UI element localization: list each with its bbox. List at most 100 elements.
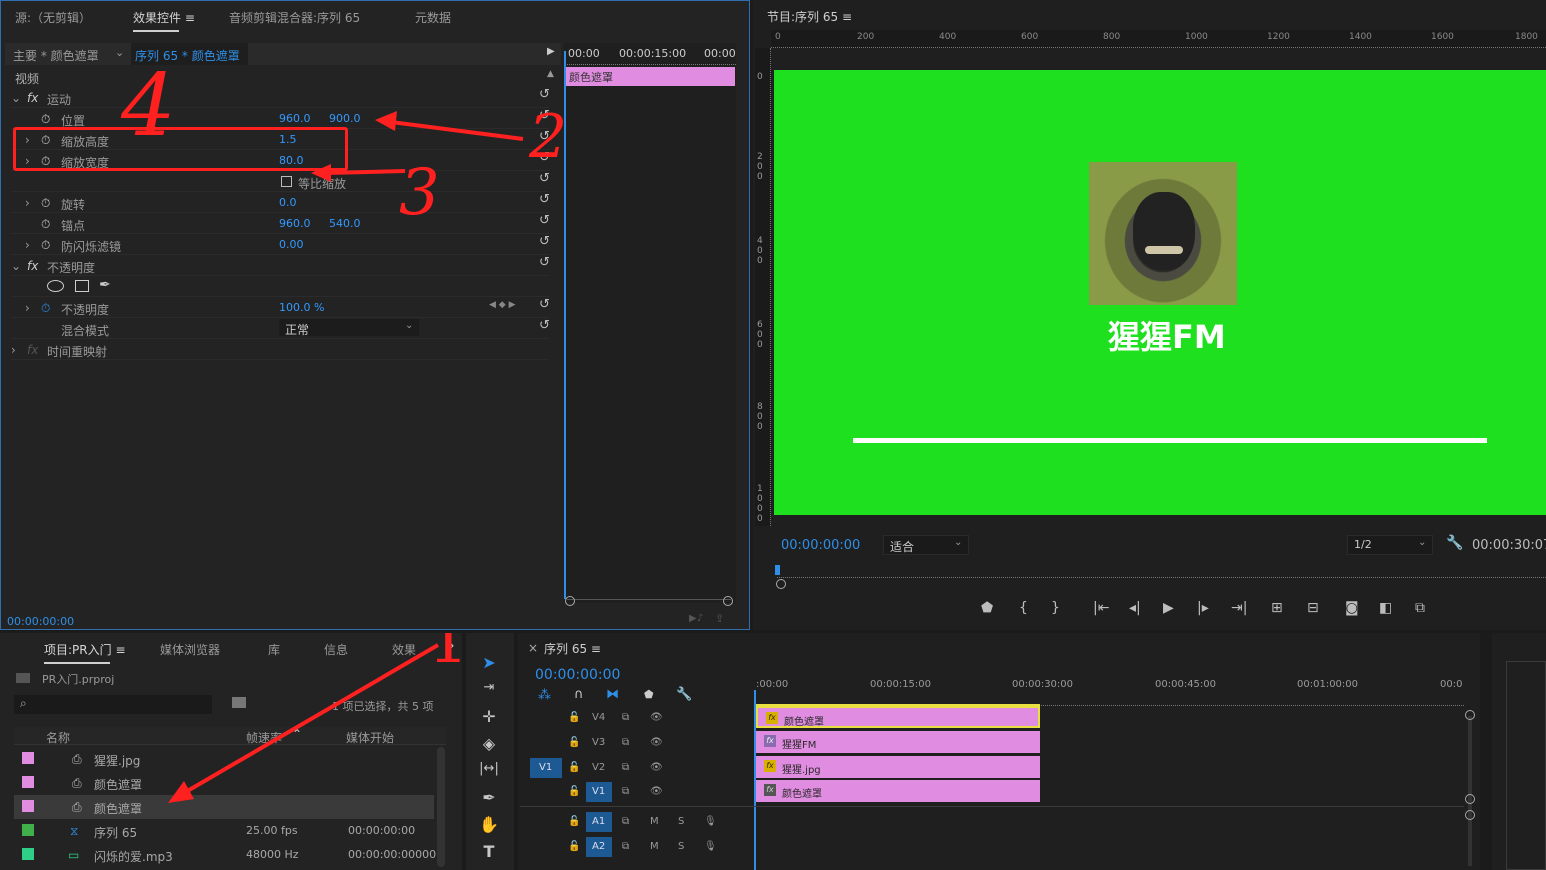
sync-lock-icon[interactable]: ⧉ [622, 762, 629, 773]
type-tool-icon[interactable]: T [478, 842, 500, 861]
solo-button[interactable]: S [678, 816, 684, 827]
lift-icon[interactable]: ⊞ [1271, 600, 1283, 616]
go-to-out-icon[interactable]: ⇥| [1231, 600, 1247, 616]
close-tab-icon[interactable]: × [528, 641, 538, 655]
comparison-view-icon[interactable]: ◧ [1379, 600, 1392, 616]
ripple-edit-tool-icon[interactable]: ✛ [478, 707, 500, 726]
track-name: A1 [586, 812, 612, 832]
program-timecode[interactable]: 00:00:00:00 [781, 538, 860, 553]
lock-icon[interactable]: 🔓 [568, 841, 580, 852]
sync-lock-icon[interactable]: ⧉ [622, 786, 629, 797]
clip-image-v2[interactable]: fx 猩猩.jpg [756, 756, 1040, 778]
vr-toggle-icon[interactable]: ⧉ [1415, 600, 1425, 616]
timeline-timecode[interactable]: 00:00:00:00 [535, 667, 620, 683]
mark-in-icon[interactable]: { [1019, 600, 1028, 616]
eye-icon[interactable]: 👁 [650, 786, 663, 797]
lock-icon[interactable]: 🔓 [568, 786, 580, 797]
sync-lock-icon[interactable]: ⧉ [622, 712, 629, 723]
microphone-icon[interactable]: 🎙 [704, 816, 717, 827]
scroll-handle-icon[interactable] [1465, 710, 1475, 720]
add-marker-icon[interactable]: ⬟ [644, 688, 654, 701]
razor-tool-icon[interactable]: ◈ [478, 734, 500, 753]
clip-title-v3[interactable]: fx 猩猩FM [756, 731, 1040, 753]
ruler-mark: 00:00:15:00 [870, 679, 932, 690]
program-playhead[interactable] [775, 565, 780, 575]
track-select-tool-icon[interactable]: ⇥ [478, 680, 500, 695]
mark-out-icon[interactable]: } [1051, 600, 1060, 616]
timeline-title: 序列 65 [544, 642, 588, 656]
ruler-mark: 00:00:30:00 [1012, 679, 1074, 690]
video-frame[interactable]: 猩猩FM [774, 70, 1546, 515]
ruler-mark: 200 [857, 32, 875, 42]
monkey-teeth [1145, 246, 1183, 254]
sync-lock-icon[interactable]: ⧉ [622, 737, 629, 748]
ruler-mark: 1400 [1349, 32, 1372, 42]
clip-color-matte-v4[interactable]: fx 颜色遮罩 [756, 706, 1040, 728]
eye-icon[interactable]: 👁 [650, 712, 663, 723]
sync-lock-icon[interactable]: ⧉ [622, 841, 629, 852]
timeline-vscroll[interactable] [1468, 716, 1472, 866]
lock-icon[interactable]: 🔓 [568, 712, 580, 723]
ruler-mark: 1000 [1185, 32, 1208, 42]
solo-button[interactable]: S [678, 841, 684, 852]
panel-menu-icon[interactable]: ≡ [842, 10, 852, 24]
lock-icon[interactable]: 🔓 [568, 737, 580, 748]
program-scrubber[interactable] [777, 566, 1546, 578]
step-forward-icon[interactable]: |▸ [1197, 600, 1209, 616]
track-header-v4[interactable]: 🔓 V4 ⧉ 👁 [520, 706, 750, 730]
ruler-mark: 00:0 [1440, 679, 1463, 690]
effect-controls-panel: 源:（无剪辑） 效果控件 ≡ 音频剪辑混合器:序列 65 元数据 主要 * 颜色… [0, 0, 750, 630]
timeline-tab[interactable]: 序列 65 ≡ [544, 640, 601, 657]
track-header-v2[interactable]: V1 🔓 V2 ⧉ 👁 [520, 756, 750, 780]
track-header-a1[interactable]: 🔓 A1 ⧉ M S 🎙 [520, 810, 750, 834]
scroll-handle-icon[interactable] [1465, 810, 1475, 820]
fit-dropdown[interactable]: 适合 ⌄ [883, 535, 969, 555]
step-back-icon[interactable]: ◂| [1129, 600, 1141, 616]
snap-icon[interactable]: ∩ [574, 687, 584, 702]
panel-menu-icon[interactable]: ≡ [591, 642, 601, 656]
lock-icon[interactable]: 🔓 [568, 816, 580, 827]
ruler-mark: 800 [1103, 32, 1121, 42]
timeline-settings-icon[interactable]: 🔧 [676, 687, 692, 702]
eye-icon[interactable]: 👁 [650, 737, 663, 748]
resolution-dropdown[interactable]: 1/2 ⌄ [1347, 535, 1433, 555]
sync-lock-icon[interactable]: ⧉ [622, 816, 629, 827]
track-name: A2 [586, 837, 612, 857]
source-patch-v1[interactable]: V1 [530, 758, 562, 778]
track-header-v1[interactable]: 🔓 V1 ⧉ 👁 [520, 780, 750, 804]
audio-meter-panel [1492, 633, 1546, 870]
lock-icon[interactable]: 🔓 [568, 762, 580, 773]
selection-tool-icon[interactable]: ➤ [478, 653, 500, 672]
ruler-mark: :00:00 [756, 679, 789, 690]
ruler-mark: 0 [775, 32, 781, 42]
fx-badge-icon: fx [764, 784, 776, 796]
slip-tool-icon[interactable]: |↔| [478, 761, 500, 776]
play-icon[interactable]: ▶ [1163, 600, 1174, 616]
eye-icon[interactable]: 👁 [650, 762, 663, 773]
ruler-mark: 600 [1021, 32, 1039, 42]
track-header-v3[interactable]: 🔓 V3 ⧉ 👁 [520, 731, 750, 755]
extract-icon[interactable]: ⊟ [1307, 600, 1319, 616]
add-marker-icon[interactable]: ⬟ [981, 600, 993, 616]
hand-tool-icon[interactable]: ✋ [478, 815, 500, 834]
go-to-in-icon[interactable]: |⇤ [1093, 600, 1109, 616]
export-frame-icon[interactable]: ◙ [1345, 600, 1359, 616]
scroll-handle-icon[interactable] [1465, 794, 1475, 804]
clip-name: 猩猩FM [782, 740, 817, 751]
wrench-icon[interactable]: 🔧 [1446, 535, 1463, 551]
microphone-icon[interactable]: 🎙 [704, 841, 717, 852]
track-name: V3 [592, 737, 606, 748]
program-monitor-title[interactable]: 节目:序列 65 ≡ [767, 8, 852, 25]
program-duration: 00:00:30:07 [1472, 538, 1546, 553]
mute-button[interactable]: M [650, 816, 659, 827]
track-header-a2[interactable]: 🔓 A2 ⧉ M S 🎙 [520, 835, 750, 859]
fit-value: 适合 [890, 540, 915, 554]
mute-button[interactable]: M [650, 841, 659, 852]
clip-color-matte-v1[interactable]: fx 颜色遮罩 [756, 780, 1040, 802]
nest-toggle-icon[interactable]: ⁂ [538, 688, 551, 703]
ruler-mark: 1800 [1515, 32, 1538, 42]
zoom-handle-icon[interactable] [776, 579, 786, 589]
ruler-mark: 400 [939, 32, 957, 42]
pen-tool-icon[interactable]: ✒ [478, 788, 500, 807]
linked-selection-icon[interactable]: ⧓ [606, 687, 619, 702]
